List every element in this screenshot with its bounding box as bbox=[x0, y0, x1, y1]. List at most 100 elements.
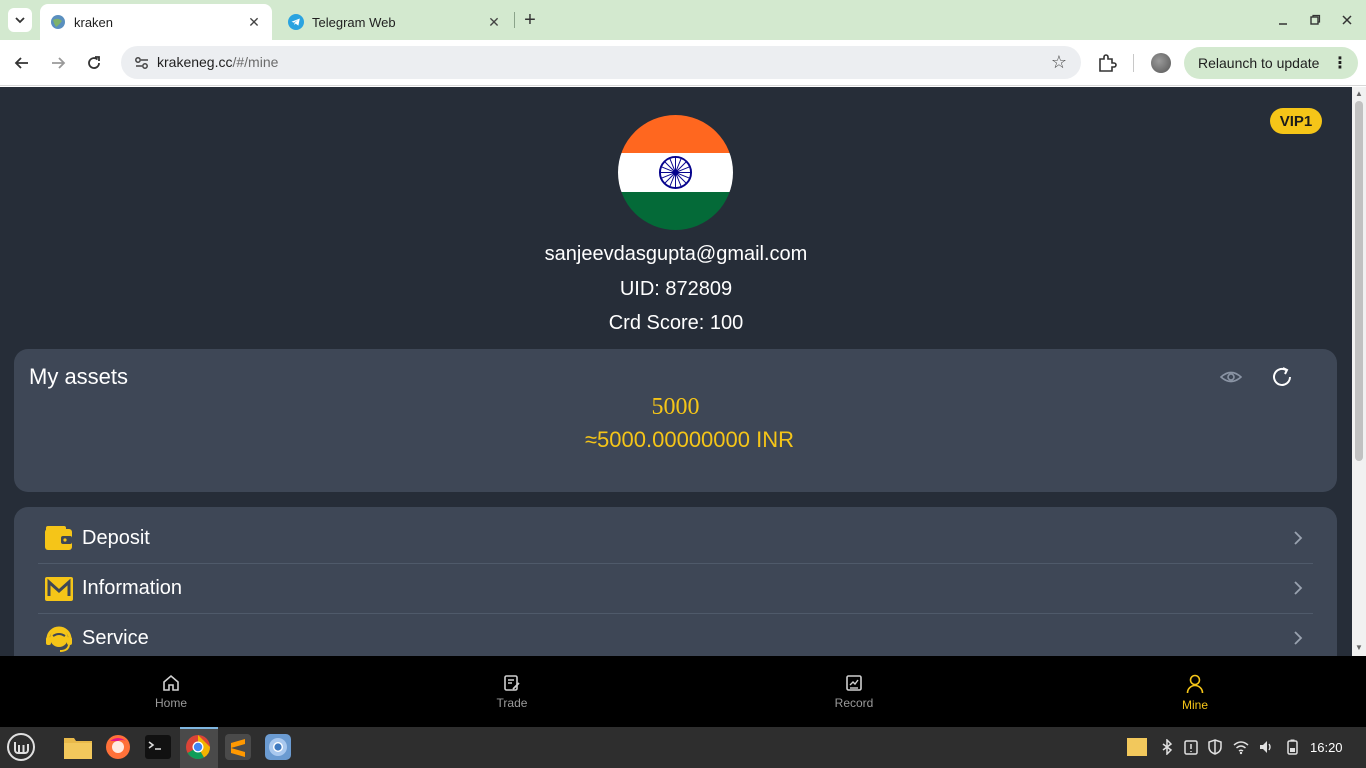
shield-icon[interactable] bbox=[1207, 739, 1223, 755]
terminal-icon bbox=[145, 735, 171, 759]
clipboard-icon[interactable] bbox=[1183, 739, 1199, 755]
tab-kraken[interactable]: kraken ✕ bbox=[40, 4, 272, 40]
os-taskbar: 16:20 bbox=[0, 727, 1366, 768]
firefox-app[interactable] bbox=[103, 732, 133, 762]
assets-title: My assets bbox=[29, 364, 129, 389]
linux-mint-logo-icon bbox=[7, 733, 35, 761]
chrome-icon bbox=[186, 735, 210, 760]
menu-card: Deposit Information Service bbox=[14, 507, 1337, 656]
menu-item-information[interactable]: Information bbox=[38, 564, 1313, 614]
my-assets-card: My assets 5000 ≈5000.00000000 INR bbox=[14, 349, 1337, 492]
mine-page: VIP1 sanjeevdasgupta@gmail.com UID: 8728… bbox=[0, 87, 1352, 656]
mail-icon bbox=[45, 577, 73, 601]
bluetooth-icon[interactable] bbox=[1159, 739, 1175, 755]
credit-score: Crd Score: 100 bbox=[608, 312, 744, 334]
menu-label: Information bbox=[82, 577, 183, 599]
nav-label: Record bbox=[834, 696, 874, 710]
scroll-down-arrow-icon[interactable]: ▼ bbox=[1355, 644, 1363, 652]
nav-mine[interactable]: Mine bbox=[1155, 674, 1235, 712]
close-window-button[interactable] bbox=[1337, 10, 1357, 30]
nav-label: Home bbox=[154, 696, 187, 710]
sublime-text-app[interactable] bbox=[223, 732, 253, 762]
user-icon bbox=[1186, 674, 1204, 694]
ashoka-chakra-icon bbox=[658, 156, 693, 190]
forward-button[interactable] bbox=[45, 50, 71, 76]
close-icon[interactable]: ✕ bbox=[244, 12, 264, 32]
refresh-icon[interactable] bbox=[1270, 365, 1294, 389]
battery-icon[interactable] bbox=[1285, 739, 1301, 755]
chevron-right-icon bbox=[1294, 631, 1303, 645]
reload-button[interactable] bbox=[81, 50, 107, 76]
toolbar-separator bbox=[1133, 54, 1134, 72]
user-uid: UID: 872809 bbox=[619, 278, 733, 300]
folder-icon bbox=[64, 738, 92, 759]
url-path: /#/mine bbox=[232, 54, 279, 70]
tab-separator bbox=[514, 12, 515, 28]
chevron-right-icon bbox=[1294, 531, 1303, 545]
reload-icon bbox=[88, 56, 100, 69]
close-icon[interactable]: ✕ bbox=[484, 12, 504, 32]
wallet-icon bbox=[45, 526, 72, 550]
scroll-up-arrow-icon[interactable]: ▲ bbox=[1355, 90, 1363, 98]
scrollbar-thumb[interactable] bbox=[1355, 101, 1363, 461]
asset-inr-value: ≈5000.00000000 INR bbox=[584, 427, 794, 452]
browser-toolbar: krakeneg.cc/#/mine ☆ Relaunch to update … bbox=[0, 40, 1366, 86]
arrow-right-icon bbox=[52, 57, 66, 69]
nav-record[interactable]: Record bbox=[814, 674, 894, 710]
relaunch-to-update-button[interactable]: Relaunch to update ⋮ bbox=[1184, 47, 1358, 79]
relaunch-label: Relaunch to update bbox=[1198, 55, 1320, 71]
more-vertical-icon[interactable]: ⋮ bbox=[1332, 53, 1348, 73]
url-host: krakeneg.cc bbox=[157, 54, 233, 70]
profile-avatar-icon[interactable] bbox=[1151, 53, 1171, 73]
minimize-button[interactable] bbox=[1273, 10, 1293, 30]
browser-tab-bar: kraken ✕ Telegram Web ✕ + bbox=[0, 0, 1366, 40]
bookmark-star-icon[interactable]: ☆ bbox=[1051, 52, 1067, 73]
tab-title: Telegram Web bbox=[312, 14, 396, 30]
terminal-app[interactable] bbox=[143, 732, 173, 762]
files-app[interactable] bbox=[63, 732, 93, 762]
bottom-navigation: Home Trade Record Mine bbox=[0, 656, 1366, 727]
menu-label: Service bbox=[82, 627, 149, 649]
nav-label: Mine bbox=[1181, 698, 1208, 712]
menu-item-deposit[interactable]: Deposit bbox=[38, 514, 1313, 564]
globe-icon bbox=[51, 15, 65, 29]
chevron-down-icon bbox=[15, 17, 25, 24]
sublime-text-icon bbox=[225, 734, 251, 760]
user-email: sanjeevdasgupta@gmail.com bbox=[544, 243, 808, 265]
tab-title: kraken bbox=[74, 14, 114, 30]
minimize-icon bbox=[1279, 23, 1287, 25]
restore-button[interactable] bbox=[1305, 10, 1325, 30]
telegram-icon bbox=[288, 14, 304, 30]
chromium-icon bbox=[265, 734, 291, 760]
site-settings-icon[interactable] bbox=[133, 54, 151, 72]
firefox-icon bbox=[106, 735, 130, 759]
home-icon bbox=[163, 674, 179, 691]
eye-icon[interactable] bbox=[1220, 366, 1242, 388]
record-icon bbox=[846, 675, 862, 691]
notes-tray-icon[interactable] bbox=[1127, 738, 1147, 756]
restore-icon bbox=[1310, 14, 1321, 25]
mint-menu-button[interactable] bbox=[6, 732, 36, 762]
menu-item-service[interactable]: Service bbox=[38, 614, 1313, 656]
nav-trade[interactable]: Trade bbox=[472, 674, 552, 710]
menu-label: Deposit bbox=[82, 527, 150, 549]
volume-icon[interactable] bbox=[1258, 739, 1274, 755]
nav-label: Trade bbox=[496, 696, 528, 710]
tab-search-button[interactable] bbox=[8, 8, 32, 32]
headset-icon bbox=[46, 626, 72, 652]
asset-amount: 5000 bbox=[651, 394, 700, 420]
page-scrollbar[interactable]: ▲ ▼ bbox=[1352, 87, 1366, 656]
nav-home[interactable]: Home bbox=[131, 674, 211, 710]
new-tab-button[interactable]: + bbox=[520, 9, 540, 31]
close-icon bbox=[1342, 15, 1352, 25]
chromium-app[interactable] bbox=[263, 732, 293, 762]
extensions-puzzle-icon[interactable] bbox=[1096, 52, 1118, 74]
clock: 16:20 bbox=[1310, 740, 1343, 755]
tab-telegram[interactable]: Telegram Web ✕ bbox=[278, 4, 512, 40]
chrome-app[interactable] bbox=[183, 732, 213, 762]
back-button[interactable] bbox=[9, 50, 35, 76]
arrow-left-icon bbox=[14, 57, 28, 69]
wifi-icon[interactable] bbox=[1233, 739, 1249, 755]
url-text: krakeneg.cc/#/mine bbox=[157, 54, 278, 70]
address-bar[interactable]: krakeneg.cc/#/mine ☆ bbox=[121, 46, 1081, 79]
